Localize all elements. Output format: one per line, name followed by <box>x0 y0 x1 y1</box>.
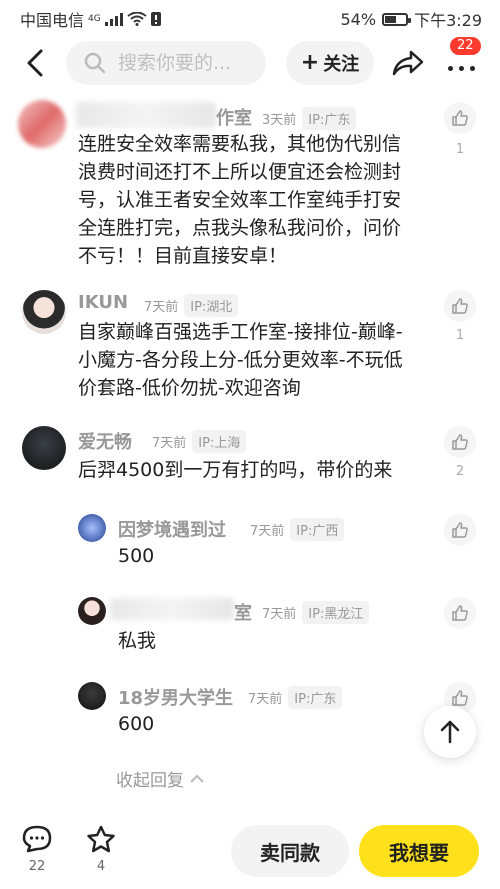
status-right: 54% 下午3:29 <box>341 7 483 31</box>
thumb-up-icon <box>452 434 468 450</box>
blurred-name <box>76 102 216 128</box>
comment-time: 7天前 <box>152 436 187 451</box>
reply-author[interactable]: 18岁男大学生 <box>118 684 233 710</box>
comment-text: 自家巅峰百强选手工作室-接排位-巅峰-小魔方-各分段上分-低分更效率-不玩低价套… <box>78 321 403 399</box>
comment-meta: 7天前 IP:上海 <box>152 430 247 453</box>
plus-icon: + <box>300 50 320 75</box>
reply-time: 7天前 <box>250 524 285 539</box>
ip-location: IP:湖北 <box>184 294 239 317</box>
comment-text: 后羿4500到一万有打的吗，带价的来 <box>78 459 393 481</box>
reply-text: 500 <box>118 545 155 567</box>
battery-percent: 54% <box>340 9 377 29</box>
carrier-label: 中国电信 <box>20 11 85 30</box>
comment-meta: 7天前 IP:湖北 <box>144 294 239 317</box>
back-arrow-icon[interactable] <box>22 48 52 78</box>
star-count: 4 <box>96 859 106 874</box>
thumb-up-icon <box>452 605 468 621</box>
avatar[interactable] <box>78 514 106 542</box>
bottom-action-bar: 22 4 卖同款 我想要 <box>0 815 500 889</box>
like-count: 2 <box>455 464 465 479</box>
wifi-icon <box>127 12 147 26</box>
ip-location: IP:广西 <box>290 518 345 541</box>
comment-author[interactable]: 爱无畅 <box>78 428 132 454</box>
like-button[interactable] <box>444 426 476 458</box>
comment-text: 连胜安全效率需要私我，其他伪代别信浪费时间还打不上所以便宜还会检测封号，认准王者… <box>78 133 402 267</box>
clock: 下午3:29 <box>414 11 482 30</box>
avatar[interactable] <box>78 597 106 625</box>
reply-meta: 7天前 IP:黑龙江 <box>262 601 370 624</box>
battery-icon <box>382 12 412 26</box>
comment-time: 3天前 <box>262 113 297 128</box>
sell-same-button[interactable]: 卖同款 <box>231 825 349 877</box>
comment-author[interactable]: IKUN <box>78 292 128 313</box>
thumb-up-icon <box>452 522 468 538</box>
search-bar[interactable] <box>66 41 266 85</box>
favorite-action[interactable]: 4 <box>81 825 121 874</box>
reply-author[interactable]: 因梦境遇到过 <box>118 516 226 542</box>
avatar[interactable] <box>22 290 66 334</box>
chevron-up-icon <box>190 774 204 783</box>
like-count: 1 <box>455 142 465 157</box>
status-bar: 中国电信 4G 54% 下午3:29 <box>0 0 500 34</box>
thumb-up-icon <box>452 110 468 126</box>
collapse-label: 收起回复 <box>116 771 184 791</box>
arrow-up-icon <box>440 720 460 744</box>
comment-action[interactable]: 22 <box>17 825 57 874</box>
reply-item: 因梦境遇到过 7天前 IP:广西 500 <box>0 512 500 582</box>
status-left: 中国电信 4G <box>20 7 161 31</box>
search-input[interactable] <box>116 51 256 75</box>
reply-author[interactable]: 室 <box>234 599 252 625</box>
like-button[interactable] <box>444 102 476 134</box>
like-button[interactable] <box>444 290 476 322</box>
more-dots-icon <box>448 66 475 71</box>
reply-text: 600 <box>118 713 155 735</box>
search-icon <box>84 52 106 74</box>
comment-count: 22 <box>28 859 46 874</box>
ip-location: IP:广东 <box>288 686 343 709</box>
ip-location: IP:上海 <box>192 430 247 453</box>
blurred-name <box>110 598 234 620</box>
top-nav: + 关注 <box>0 40 500 88</box>
signal-icon <box>104 12 123 26</box>
network-label: 4G <box>88 14 101 24</box>
share-icon[interactable] <box>391 48 425 78</box>
thumb-up-icon <box>452 690 468 706</box>
comment-time: 7天前 <box>144 300 179 315</box>
like-count: 1 <box>455 328 465 343</box>
star-icon <box>87 825 115 853</box>
comment-item: 作室 3天前 IP:广东 连胜安全效率需要私我，其他伪代别信浪费时间还打不上所以… <box>0 96 500 276</box>
scroll-to-top-button[interactable] <box>424 706 476 758</box>
reply-text: 私我 <box>118 630 157 652</box>
comment-bubble-icon <box>22 825 52 853</box>
avatar[interactable] <box>22 426 66 470</box>
follow-button[interactable]: + 关注 <box>286 41 374 85</box>
collapse-replies-link[interactable]: 收起回复 <box>116 766 204 791</box>
avatar[interactable] <box>78 682 106 710</box>
comment-item: IKUN 7天前 IP:湖北 自家巅峰百强选手工作室-接排位-巅峰-小魔方-各分… <box>0 288 500 408</box>
thumb-up-icon <box>452 298 468 314</box>
reply-time: 7天前 <box>262 607 297 622</box>
follow-label: 关注 <box>323 54 360 75</box>
want-button[interactable]: 我想要 <box>359 825 479 877</box>
notification-badge: 22 <box>450 37 481 55</box>
reply-item: 室 7天前 IP:黑龙江 私我 <box>0 595 500 665</box>
avatar[interactable] <box>18 100 66 148</box>
reply-meta: 7天前 IP:广西 <box>250 518 345 541</box>
reply-time: 7天前 <box>248 692 283 707</box>
ip-location: IP:黑龙江 <box>302 601 370 624</box>
comment-author[interactable]: 作室 <box>216 104 252 130</box>
like-button[interactable] <box>444 597 476 629</box>
comment-item: 爱无畅 7天前 IP:上海 后羿4500到一万有打的吗，带价的来 2 <box>0 424 500 494</box>
like-button[interactable] <box>444 514 476 546</box>
comment-meta: 3天前 IP:广东 <box>262 107 357 130</box>
reply-meta: 7天前 IP:广东 <box>248 686 343 709</box>
ip-location: IP:广东 <box>302 107 357 130</box>
alert-icon <box>150 12 161 26</box>
